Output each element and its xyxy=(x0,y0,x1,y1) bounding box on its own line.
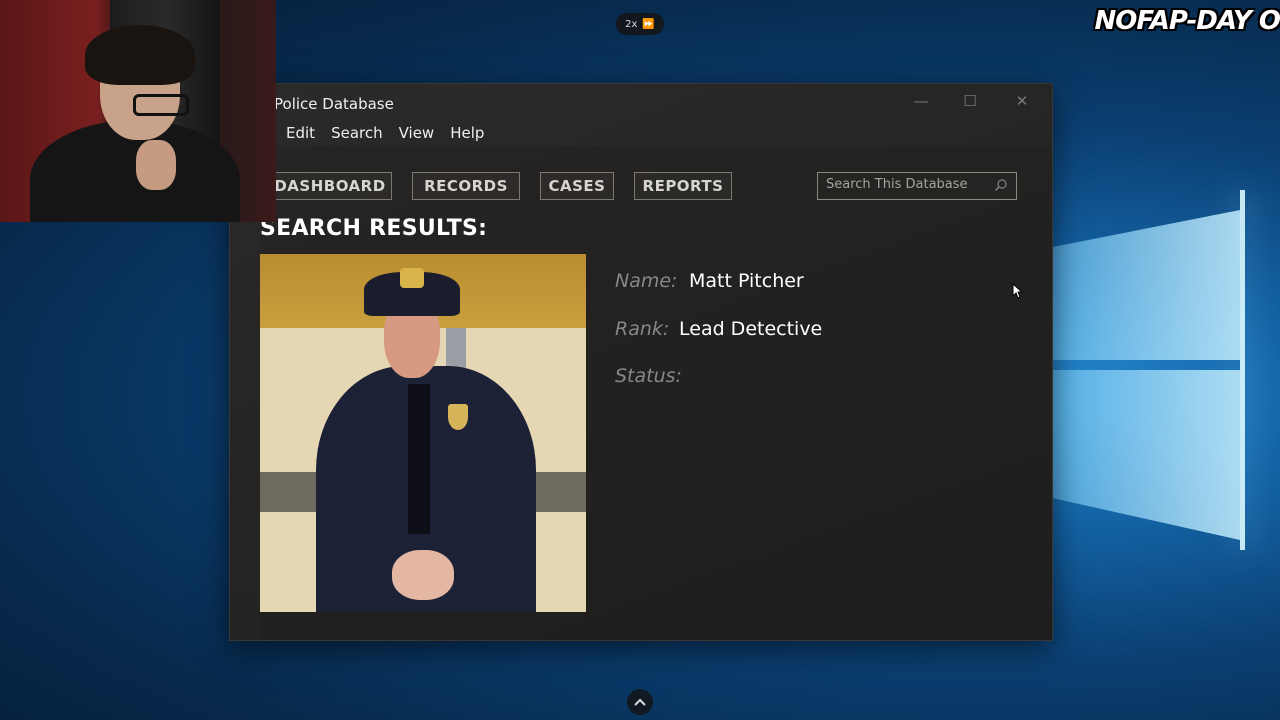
rank-value: Lead Detective xyxy=(679,318,823,340)
maximize-button[interactable]: ☐ xyxy=(955,92,985,110)
tab-dashboard[interactable]: DASHBOARD xyxy=(268,172,392,200)
windows-logo xyxy=(1050,120,1280,600)
stream-title-overlay: NOFAP-DAY O xyxy=(1094,6,1280,36)
tab-reports[interactable]: REPORTS xyxy=(634,172,732,200)
name-value: Matt Pitcher xyxy=(689,270,804,292)
chevron-up-icon xyxy=(634,698,646,706)
search-box[interactable] xyxy=(817,172,1017,200)
playback-speed-label: 2x xyxy=(625,18,638,30)
search-icon[interactable] xyxy=(994,178,1008,192)
fast-forward-icon: ⏩ xyxy=(642,18,655,30)
officer-photo xyxy=(260,254,586,612)
playback-speed-indicator[interactable]: 2x ⏩ xyxy=(616,13,664,35)
tab-records[interactable]: RECORDS xyxy=(412,172,520,200)
minimize-button[interactable]: — xyxy=(906,92,936,110)
search-results-heading: SEARCH RESULTS: xyxy=(260,216,488,241)
police-database-window: Police Database — ☐ ✕ Edit Search View H… xyxy=(230,84,1052,640)
tab-cases[interactable]: CASES xyxy=(540,172,614,200)
status-label: Status: xyxy=(615,365,682,387)
window-titlebar[interactable]: Police Database — ☐ ✕ xyxy=(230,84,1052,124)
webcam-overlay xyxy=(0,0,276,222)
close-button[interactable]: ✕ xyxy=(1007,92,1037,110)
scroll-up-button[interactable] xyxy=(627,689,653,715)
search-input[interactable] xyxy=(826,177,986,192)
mouse-cursor-icon xyxy=(1012,283,1022,299)
window-title: Police Database xyxy=(274,95,394,113)
name-label: Name: xyxy=(615,270,678,292)
rank-label: Rank: xyxy=(615,318,670,340)
